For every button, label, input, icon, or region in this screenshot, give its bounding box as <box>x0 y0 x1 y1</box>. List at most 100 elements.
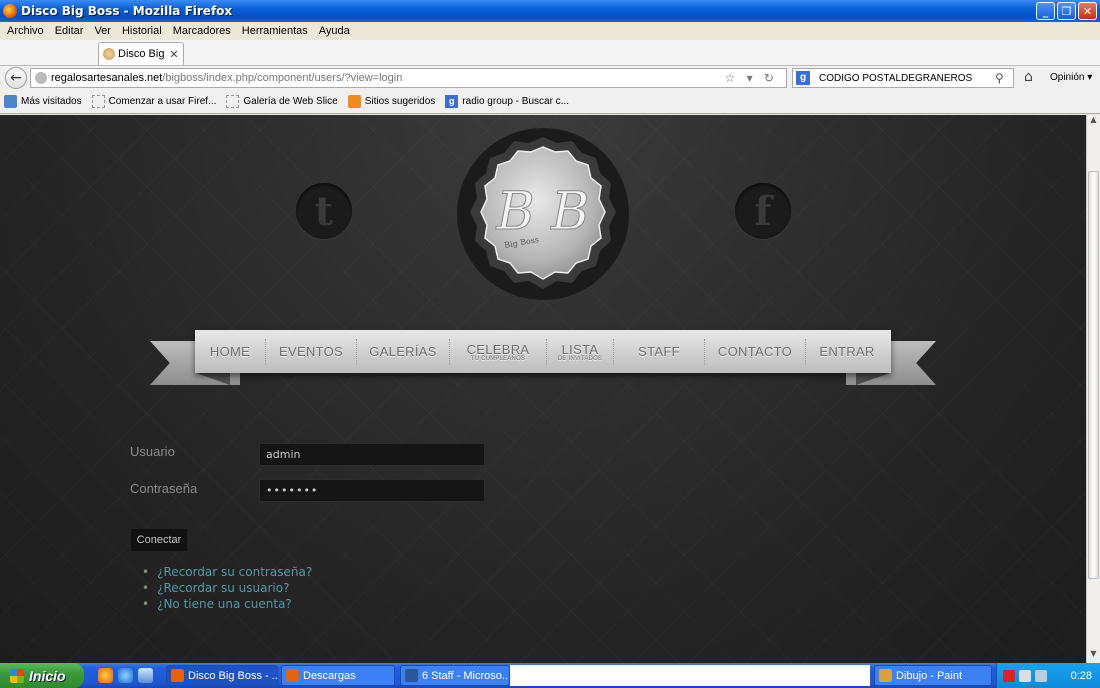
taskbar-label: 6 Staff - Microso... <box>422 669 510 682</box>
window-title: Disco Big Boss - Mozilla Firefox <box>21 4 233 18</box>
scroll-down-icon[interactable]: ▼ <box>1087 649 1100 663</box>
paint-icon <box>879 669 892 682</box>
start-button[interactable]: Inicio <box>0 663 84 688</box>
taskbar-label: Disco Big Boss - ... <box>188 669 278 682</box>
tab-close-icon[interactable]: ✕ <box>168 48 180 61</box>
login-help-links: ¿Recordar su contraseña? ¿Recordar su us… <box>142 565 312 613</box>
bookmark-mas-visitados[interactable]: Más visitados <box>4 95 82 108</box>
tray-app-icon[interactable] <box>1003 669 1015 682</box>
facebook-icon[interactable]: f <box>735 183 791 239</box>
twitter-icon[interactable]: t <box>296 183 352 239</box>
search-icon[interactable]: ⚲ <box>995 71 1013 85</box>
bookmarks-bar: Más visitados Comenzar a usar Firef... G… <box>0 90 1100 114</box>
nav-label: STAFF <box>638 344 680 359</box>
scroll-up-icon[interactable]: ▲ <box>1087 115 1100 129</box>
taskbar-descargas[interactable]: Descargas <box>281 665 395 686</box>
tab-label: Disco Big ... <box>118 48 168 60</box>
word-icon <box>405 669 418 682</box>
nav-sublabel: DE INVITADOS <box>557 355 603 362</box>
bookmark-comenzar[interactable]: Comenzar a usar Firef... <box>91 95 216 108</box>
username-input[interactable]: admin <box>259 443 485 466</box>
register-link[interactable]: ¿No tiene una cuenta? <box>142 597 312 611</box>
nav-home[interactable]: HOME <box>195 330 265 373</box>
bookmark-label: Galería de Web Slice <box>243 96 338 107</box>
menu-archivo[interactable]: Archivo <box>7 25 44 37</box>
bookmark-page-icon <box>91 95 105 108</box>
system-tray: 0:28 <box>996 663 1100 688</box>
nav-entrar[interactable]: ENTRAR <box>806 330 888 373</box>
bookmark-radio-group[interactable]: g radio group - Buscar c... <box>445 95 569 108</box>
username-label: Usuario <box>130 444 175 459</box>
suggested-sites-icon <box>347 95 361 108</box>
google-icon[interactable]: g <box>796 71 810 85</box>
nav-eventos[interactable]: EVENTOS <box>266 330 356 373</box>
taskbar-firefox[interactable]: Disco Big Boss - ... <box>166 665 278 686</box>
bookmark-sitios-sugeridos[interactable]: Sitios sugeridos <box>347 95 436 108</box>
close-button[interactable]: ✕ <box>1078 2 1097 20</box>
menu-herramientas[interactable]: Herramientas <box>242 25 308 37</box>
forgot-username-link[interactable]: ¿Recordar su usuario? <box>142 581 312 595</box>
downloads-icon <box>286 669 299 682</box>
google-icon: g <box>445 95 459 108</box>
vertical-scrollbar[interactable]: ▲ ▼ <box>1086 115 1100 663</box>
nav-label: CONTACTO <box>717 344 793 359</box>
nav-celebra[interactable]: CELEBRA TU CUMPLEAÑOS <box>450 330 546 373</box>
most-visited-icon <box>4 95 17 108</box>
ie-quicklaunch-icon[interactable] <box>118 668 133 683</box>
start-label: Inicio <box>29 667 66 684</box>
volume-icon[interactable] <box>1035 669 1047 682</box>
logo-monogram: B B <box>496 182 590 242</box>
windows-logo-icon <box>10 668 24 683</box>
nav-galerias[interactable]: GALERÍAS <box>357 330 449 373</box>
password-input[interactable]: ••••••• <box>259 479 485 502</box>
tab-disco-big-boss[interactable]: Disco Big ... ✕ <box>98 42 184 65</box>
url-path: /bigboss/index.php/component/users/?view… <box>162 72 403 84</box>
navigation-toolbar: ← regalosartesanales.net /bigboss/index.… <box>0 66 1100 90</box>
minimize-button[interactable]: _ <box>1036 2 1055 20</box>
bookmark-label: Sitios sugeridos <box>364 96 436 107</box>
window-title-bar: Disco Big Boss - Mozilla Firefox _ ❐ ✕ <box>0 0 1100 22</box>
nav-label: EVENTOS <box>279 344 343 359</box>
forgot-password-link[interactable]: ¿Recordar su contraseña? <box>142 565 312 579</box>
taskbar-word[interactable]: 6 Staff - Microso... <box>400 665 510 686</box>
nav-label: CELEBRA <box>466 341 530 357</box>
firefox-icon <box>3 4 17 18</box>
globe-icon <box>35 72 47 84</box>
menu-ayuda[interactable]: Ayuda <box>319 25 350 37</box>
taskbar-paint[interactable]: Dibujo - Paint <box>874 665 992 686</box>
url-bar[interactable]: regalosartesanales.net /bigboss/index.ph… <box>30 68 787 88</box>
bookmark-star-icon[interactable]: ☆ ▾ ↻ <box>724 71 778 85</box>
big-boss-logo[interactable]: B B Big Boss <box>456 127 630 301</box>
nav-label: GALERÍAS <box>369 344 437 359</box>
menu-marcadores[interactable]: Marcadores <box>173 25 231 37</box>
nav-contacto[interactable]: CONTACTO <box>705 330 805 373</box>
bookmark-web-slice[interactable]: Galería de Web Slice <box>226 95 338 108</box>
menu-historial[interactable]: Historial <box>122 25 162 37</box>
home-icon[interactable]: ⌂ <box>1024 69 1033 85</box>
web-page: t f B B Big Boss HOME EVENTOS GALERÍAS C… <box>0 115 1086 663</box>
site-favicon-icon <box>103 48 115 60</box>
firefox-icon <box>171 669 184 682</box>
maximize-button[interactable]: ❐ <box>1057 2 1076 20</box>
scroll-thumb[interactable] <box>1088 171 1099 579</box>
nav-label: LISTA <box>561 341 599 357</box>
bookmark-label: radio group - Buscar c... <box>462 96 570 107</box>
nav-staff[interactable]: STAFF <box>614 330 704 373</box>
desktop-quicklaunch-icon[interactable] <box>138 668 153 683</box>
opinion-button[interactable]: Opinión ▾ <box>1050 72 1092 83</box>
search-input[interactable]: CODIGO POSTALDEGRANEROS <box>819 73 995 84</box>
nav-lista[interactable]: LISTA DE INVITADOS <box>547 330 613 373</box>
search-bar[interactable]: g CODIGO POSTALDEGRANEROS ⚲ <box>792 68 1014 88</box>
menu-editar[interactable]: Editar <box>55 25 84 37</box>
web-slice-icon <box>226 95 240 108</box>
windows-taskbar: Inicio Disco Big Boss - ... Descargas 6 … <box>0 663 1100 688</box>
password-label: Contraseña <box>130 481 198 496</box>
back-button[interactable]: ← <box>5 67 27 89</box>
nav-sublabel: TU CUMPLEAÑOS <box>470 355 526 362</box>
taskbar-label: Dibujo - Paint <box>896 669 963 682</box>
main-nav-ribbon: HOME EVENTOS GALERÍAS CELEBRA TU CUMPLEAÑ… <box>195 330 891 373</box>
chrome-quicklaunch-icon[interactable] <box>98 668 113 683</box>
connect-button[interactable]: Conectar <box>130 528 188 552</box>
menu-ver[interactable]: Ver <box>94 25 111 37</box>
network-icon[interactable] <box>1019 669 1031 682</box>
